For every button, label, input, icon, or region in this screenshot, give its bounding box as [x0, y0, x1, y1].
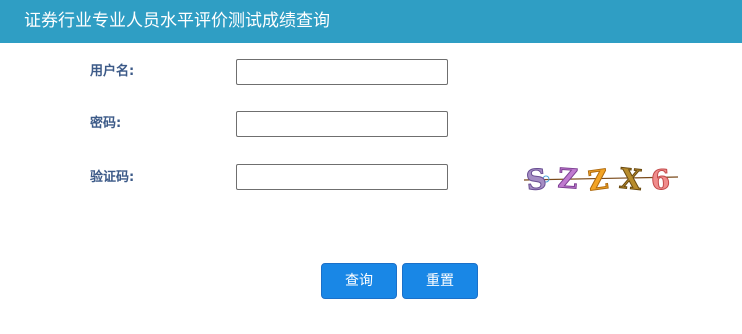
username-label: 用户名: [90, 64, 135, 79]
captcha-char-3: Z [586, 164, 610, 197]
captcha-image[interactable]: S Z Z X 6 [520, 158, 684, 198]
password-input[interactable] [236, 111, 448, 137]
reset-button[interactable]: 重置 [402, 263, 478, 299]
username-input[interactable] [236, 59, 448, 85]
captcha-char-1: S [524, 162, 548, 197]
captcha-char-4: X [618, 162, 643, 197]
captcha-char-5: 6 [650, 165, 671, 197]
password-label: 密码: [90, 116, 122, 131]
captcha-label: 验证码: [90, 170, 135, 185]
query-button[interactable]: 查询 [321, 263, 397, 299]
captcha-char-2: Z [557, 163, 579, 195]
query-page: 证券行业专业人员水平评价测试成绩查询 用户名: 密码: 验证码: S Z Z X… [0, 0, 742, 334]
captcha-input[interactable] [236, 164, 448, 190]
page-title: 证券行业专业人员水平评价测试成绩查询 [24, 11, 330, 31]
page-header: 证券行业专业人员水平评价测试成绩查询 [0, 0, 742, 43]
